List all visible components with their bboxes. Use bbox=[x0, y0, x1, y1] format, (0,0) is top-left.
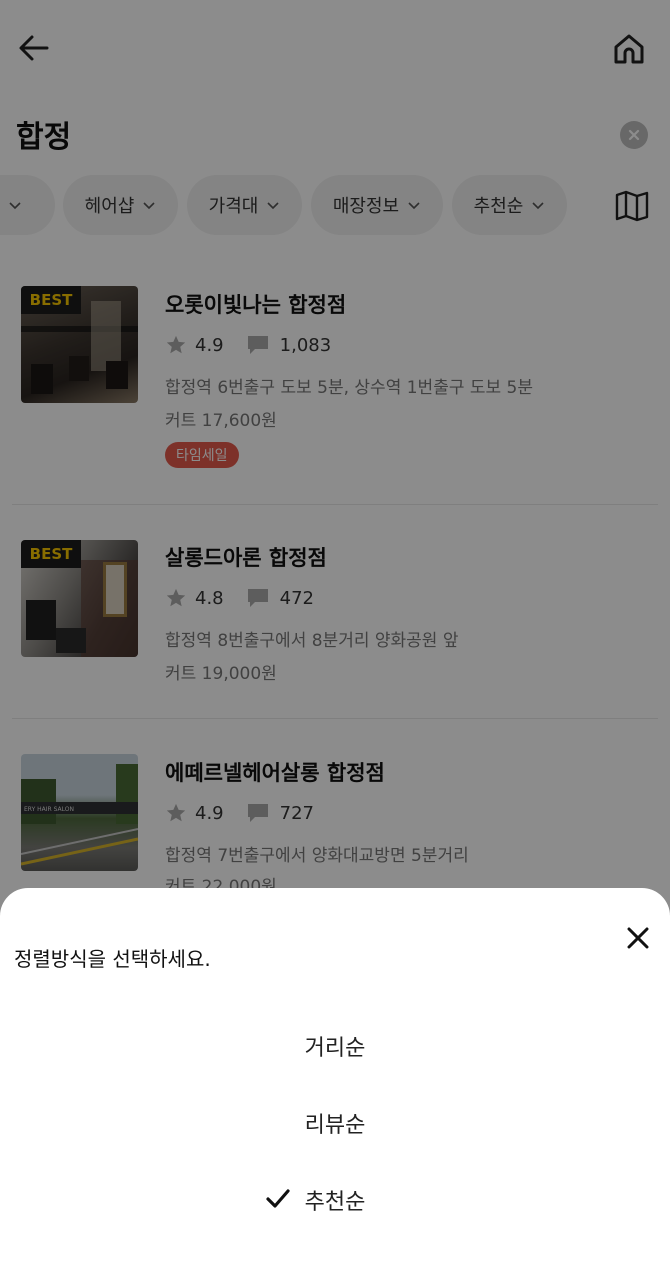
option-label: 추천순 bbox=[304, 1190, 366, 1215]
sort-option-recommended[interactable]: 추천순 bbox=[0, 1175, 670, 1225]
sort-option-distance[interactable]: 거리순 bbox=[0, 1021, 670, 1071]
sort-bottom-sheet: 정렬방식을 선택하세요. 거리순 리뷰순 추천순 bbox=[0, 888, 670, 1276]
close-icon bbox=[627, 927, 649, 949]
option-label: 거리순 bbox=[304, 1036, 366, 1061]
sheet-title: 정렬방식을 선택하세요. bbox=[14, 947, 211, 971]
selected-option-wrap: 추천순 bbox=[266, 1184, 366, 1216]
sort-option-reviews[interactable]: 리뷰순 bbox=[0, 1098, 670, 1148]
close-sheet-button[interactable] bbox=[620, 920, 656, 956]
option-label: 리뷰순 bbox=[304, 1113, 366, 1138]
check-icon bbox=[266, 1189, 290, 1208]
